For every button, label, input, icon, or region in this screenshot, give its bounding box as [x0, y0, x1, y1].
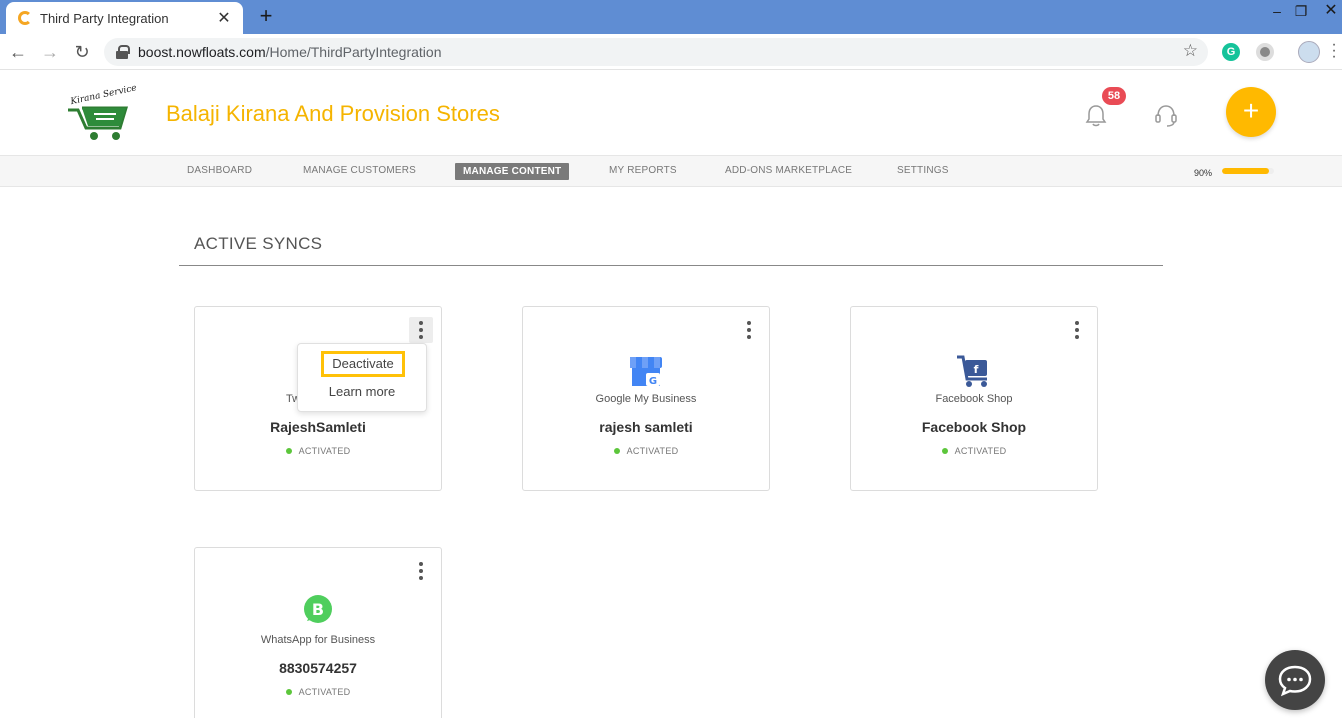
browser-menu-icon[interactable]: · · ·	[1330, 37, 1338, 65]
lock-icon	[116, 45, 130, 59]
bookmark-star-icon[interactable]: ☆	[1183, 41, 1198, 61]
profile-avatar[interactable]	[1298, 41, 1320, 63]
card-options-kebab-icon[interactable]	[737, 317, 761, 343]
svg-text:G: G	[649, 376, 657, 387]
add-fab-button[interactable]: +	[1226, 87, 1276, 137]
card-account-name: rajesh samleti	[599, 419, 693, 435]
card-status-text: ACTIVATED	[298, 687, 351, 697]
card-status: ACTIVATED	[851, 446, 1097, 456]
section-divider	[179, 265, 1163, 266]
card-account-name: 8830574257	[279, 660, 357, 676]
card-status: ACTIVATED	[195, 687, 441, 697]
nav-item-settings[interactable]: SETTINGS	[897, 165, 949, 176]
store-name: Balaji Kirana And Provision Stores	[166, 101, 500, 126]
address-bar[interactable]: boost.nowfloats.com/Home/ThirdPartyInteg…	[104, 38, 1208, 66]
svg-text:f: f	[974, 363, 979, 376]
nav-item-my-reports[interactable]: MY REPORTS	[609, 165, 677, 176]
card-options-dropdown: Deactivate Learn more	[297, 343, 427, 412]
main-nav: DASHBOARD MANAGE CUSTOMERS MANAGE CONTEN…	[0, 156, 1342, 187]
url-path: /Home/ThirdPartyIntegration	[265, 44, 442, 60]
profile-completion-bar	[1222, 168, 1274, 174]
deactivate-menu-item[interactable]: Deactivate	[321, 351, 405, 377]
sync-card-google-my-business: G Google My Business rajesh samleti ACTI…	[522, 306, 770, 491]
card-status-text: ACTIVATED	[954, 446, 1007, 456]
learn-more-menu-item[interactable]: Learn more	[298, 384, 426, 399]
card-status-text: ACTIVATED	[626, 446, 679, 456]
sync-card-facebook-shop: f Facebook Shop Facebook Shop ACTIVATED	[850, 306, 1098, 491]
notification-count-badge: 58	[1102, 87, 1126, 105]
tab-close-icon[interactable]: ✕	[215, 8, 233, 28]
nav-item-manage-content[interactable]: MANAGE CONTENT	[455, 163, 570, 180]
section-title: ACTIVE SYNCS	[194, 234, 323, 253]
card-account-name: Facebook Shop	[921, 419, 1027, 435]
support-headset-icon[interactable]	[1153, 102, 1179, 128]
status-active-dot	[941, 447, 948, 454]
window-close-button[interactable]: ✕	[1316, 0, 1342, 26]
card-options-kebab-icon[interactable]	[409, 317, 433, 343]
whatsapp-business-icon: B	[304, 595, 332, 623]
notification-bell-icon[interactable]	[1085, 103, 1107, 127]
browser-tab[interactable]: Third Party Integration ✕	[6, 2, 243, 34]
card-platform-name: WhatsApp for Business	[260, 634, 376, 646]
url-host: boost.nowfloats.com	[138, 44, 266, 60]
reload-icon[interactable]: ↻	[70, 40, 94, 64]
card-status-text: ACTIVATED	[298, 446, 351, 456]
browser-toolbar: ← → ↻ boost.nowfloats.com/Home/ThirdPart…	[0, 34, 1342, 70]
back-arrow-icon[interactable]: ←	[6, 40, 30, 64]
nav-item-manage-customers[interactable]: MANAGE CUSTOMERS	[303, 165, 416, 176]
card-platform-name: Facebook Shop	[935, 393, 1013, 405]
nav-item-dashboard[interactable]: DASHBOARD	[187, 165, 252, 176]
google-my-business-icon: G	[630, 357, 662, 387]
card-account-name: RajeshSamleti	[270, 419, 366, 435]
svg-text:B: B	[312, 600, 324, 619]
card-options-kebab-icon[interactable]	[1065, 317, 1089, 343]
facebook-shop-icon: f	[957, 355, 987, 387]
sync-card-whatsapp-business: B WhatsApp for Business 8830574257 ACTIV…	[194, 547, 442, 718]
store-logo: Kirana Service	[64, 84, 136, 144]
card-status: ACTIVATED	[523, 446, 769, 456]
status-active-dot	[613, 447, 620, 454]
live-chat-button[interactable]	[1265, 650, 1325, 710]
tab-title: Third Party Integration	[40, 10, 169, 26]
extension-icon[interactable]	[1256, 43, 1274, 61]
chat-bubble-icon	[1278, 665, 1312, 697]
grammarly-extension-icon[interactable]: G	[1222, 43, 1240, 61]
card-status: ACTIVATED	[195, 446, 441, 456]
browser-tabstrip: Third Party Integration ✕ + – ❐ ✕	[0, 0, 1342, 34]
card-platform-name: Google My Business	[595, 393, 697, 405]
nav-item-add-ons-marketplace[interactable]: ADD-ONS MARKETPLACE	[725, 165, 852, 176]
status-active-dot	[285, 447, 292, 454]
status-active-dot	[285, 688, 292, 695]
site-favicon-icon	[18, 11, 32, 25]
window-maximize-button[interactable]: ❐	[1286, 0, 1316, 26]
profile-completion-fill	[1222, 168, 1269, 174]
profile-completion-label: 90%	[1194, 168, 1213, 178]
new-tab-button[interactable]: +	[255, 4, 277, 28]
app-header: Kirana Service Balaji Kirana And Provisi…	[0, 70, 1342, 156]
forward-arrow-icon[interactable]: →	[38, 40, 62, 64]
card-options-kebab-icon[interactable]	[409, 558, 433, 584]
